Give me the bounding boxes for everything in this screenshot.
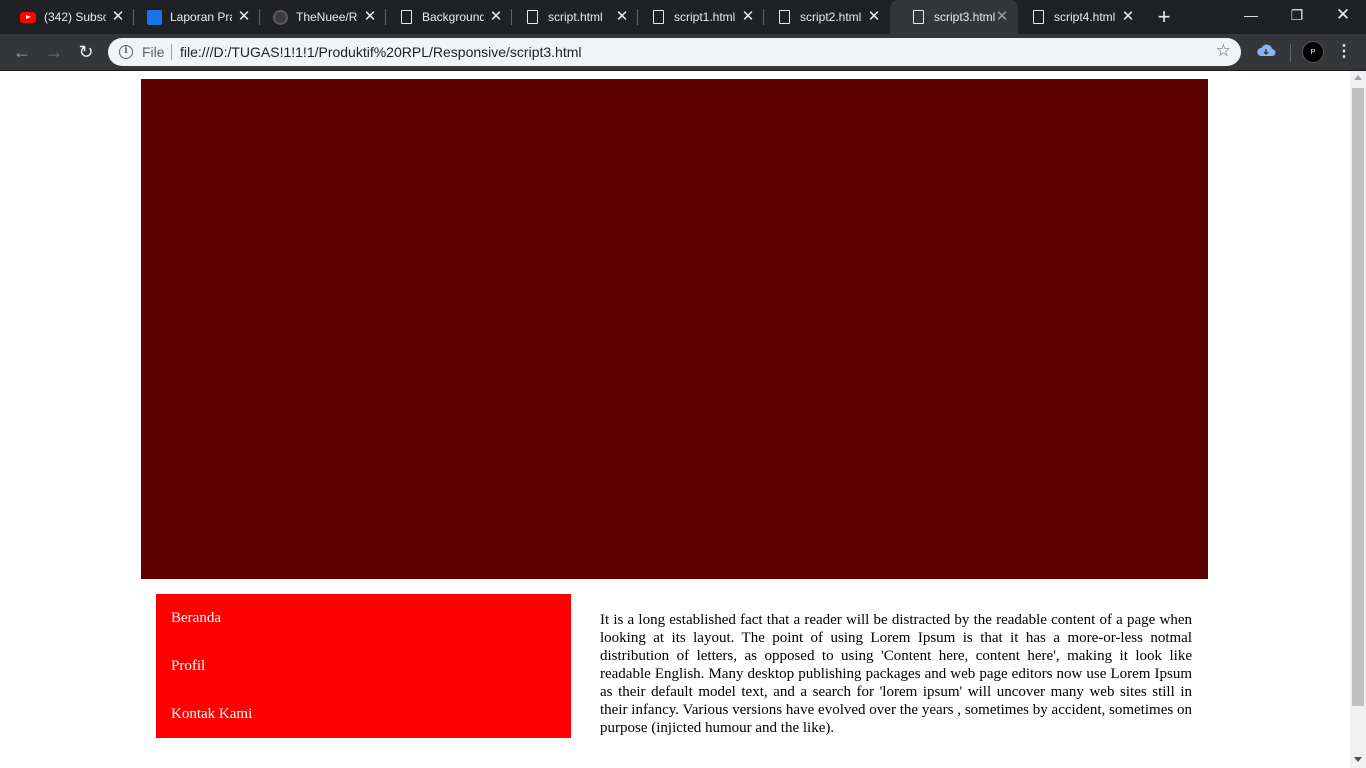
close-tab-icon[interactable]: ✕ <box>614 9 630 25</box>
menu-kebab-icon[interactable]: ⋮ <box>1334 41 1354 63</box>
tab-laporan[interactable]: Laporan Praktikum ✕ <box>126 0 260 34</box>
youtube-icon <box>20 9 36 25</box>
minimize-icon[interactable]: — <box>1228 0 1274 30</box>
cloud-extension-icon[interactable] <box>1256 43 1276 57</box>
close-tab-icon[interactable]: ✕ <box>488 9 504 25</box>
nav-item-profil[interactable]: Profil <box>156 654 571 702</box>
tab-script1[interactable]: script1.html ✕ <box>630 0 764 34</box>
back-arrow-icon[interactable]: ← <box>10 40 34 64</box>
tab-title: script1.html <box>674 10 736 24</box>
close-tab-icon[interactable]: ✕ <box>362 9 378 25</box>
document-icon <box>910 9 926 25</box>
scrollbar-thumb[interactable] <box>1352 88 1364 706</box>
tab-script3-active[interactable]: script3.html ✕ <box>890 0 1018 34</box>
tab-title: script3.html <box>934 10 996 24</box>
sidebar-nav: Beranda Profil Kontak Kami <box>156 594 571 738</box>
restore-icon[interactable]: ❐ <box>1274 0 1320 30</box>
tab-github[interactable]: TheNuee/Responsive ✕ <box>252 0 386 34</box>
tab-title: script.html <box>548 10 603 24</box>
document-icon <box>1030 9 1046 25</box>
document-icon <box>650 9 666 25</box>
tab-strip: (342) Subscriptions ✕ Laporan Praktikum … <box>0 0 1366 34</box>
forward-arrow-icon[interactable]: → <box>42 40 66 64</box>
tab-title: Background <box>422 10 484 24</box>
document-icon <box>776 9 792 25</box>
tab-title: TheNuee/Responsive <box>296 10 358 24</box>
tab-title: (342) Subscriptions <box>44 10 106 24</box>
scroll-down-arrow-icon[interactable] <box>1354 757 1362 762</box>
tab-script[interactable]: script.html ✕ <box>504 0 638 34</box>
classroom-icon <box>146 9 162 25</box>
tab-title: script2.html <box>800 10 862 24</box>
tab-youtube[interactable]: (342) Subscriptions ✕ <box>0 0 134 34</box>
bookmark-star-icon[interactable]: ☆ <box>1216 41 1231 61</box>
site-info-label[interactable]: File <box>142 44 165 60</box>
close-tab-icon[interactable]: ✕ <box>740 9 756 25</box>
vertical-scrollbar[interactable] <box>1350 71 1366 768</box>
tab-title: Laporan Praktikum <box>170 10 232 24</box>
page-viewport: Beranda Profil Kontak Kami It is a long … <box>0 71 1366 768</box>
nav-item-kontak-kami[interactable]: Kontak Kami <box>156 702 571 750</box>
tab-title: script4.html <box>1054 10 1116 24</box>
tab-background[interactable]: Background ✕ <box>378 0 512 34</box>
new-tab-icon[interactable]: + <box>1153 6 1175 28</box>
header-banner <box>141 79 1208 579</box>
scroll-up-arrow-icon[interactable] <box>1354 75 1362 80</box>
browser-toolbar: ← → ↻ i File file:///D:/TUGAS!1!1!1/Prod… <box>0 34 1366 71</box>
article-text: It is a long established fact that a rea… <box>600 612 1192 736</box>
close-tab-icon[interactable]: ✕ <box>236 9 252 25</box>
avatar[interactable]: P <box>1302 41 1324 63</box>
github-icon <box>272 9 288 25</box>
info-icon[interactable]: i <box>119 45 133 59</box>
close-tab-icon[interactable]: ✕ <box>866 9 882 25</box>
close-tab-icon[interactable]: ✕ <box>1120 9 1136 25</box>
document-icon <box>398 9 414 25</box>
tab-script2[interactable]: script2.html ✕ <box>756 0 890 34</box>
url-text[interactable]: file:///D:/TUGAS!1!1!1/Produktif%20RPL/R… <box>180 44 582 60</box>
close-tab-icon[interactable]: ✕ <box>994 9 1010 25</box>
reload-icon[interactable]: ↻ <box>74 40 98 64</box>
document-icon <box>524 9 540 25</box>
address-bar[interactable]: i File file:///D:/TUGAS!1!1!1/Produktif%… <box>108 38 1241 66</box>
tab-script4[interactable]: script4.html ✕ <box>1010 0 1144 34</box>
window-close-icon[interactable]: ✕ <box>1320 0 1366 30</box>
close-tab-icon[interactable]: ✕ <box>110 9 126 25</box>
nav-item-beranda[interactable]: Beranda <box>156 606 571 654</box>
